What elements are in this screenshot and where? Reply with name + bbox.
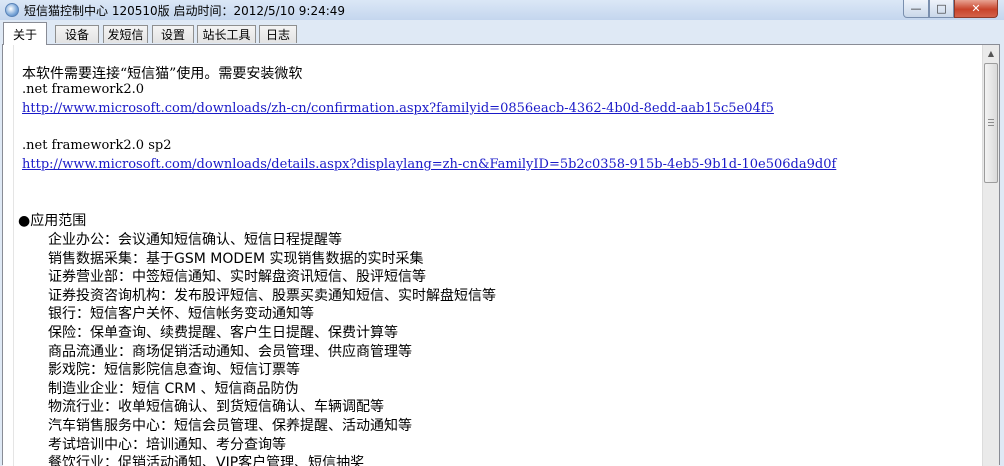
tab-bar: 关于 设备 发短信 设置 站长工具 日志 (0, 22, 1004, 45)
title-bar: 短信猫控制中心 120510版 启动时间：2012/5/10 9:24:49 —… (0, 0, 1004, 20)
list-item: 考试培训中心：培训通知、考分查询等 (48, 436, 286, 453)
minimize-button[interactable]: — (903, 0, 929, 18)
tab-send-sms[interactable]: 发短信 (103, 25, 148, 43)
tab-settings[interactable]: 设置 (152, 25, 194, 43)
app-icon (5, 3, 19, 17)
about-panel: 本软件需要连接“短信猫”使用。需要安装微软 .net framework2.0 … (2, 44, 1000, 466)
list-item: 制造业企业：短信 CRM 、短信商品防伪 (48, 380, 299, 397)
grip-line (988, 125, 994, 126)
tab-webmaster-tools[interactable]: 站长工具 (197, 25, 256, 43)
grip-line (988, 122, 994, 123)
list-item: 餐饮行业：促销活动通知、VIP客户管理、短信抽奖 (48, 455, 365, 466)
section-title-applications: ●应用范围 (18, 213, 87, 229)
list-item: 影戏院：短信影院信息查询、短信订票等 (48, 362, 300, 379)
list-item: 销售数据采集：基于GSM MODEM 实现销售数据的实时采集 (48, 250, 424, 267)
grip-line (988, 119, 994, 120)
list-item: 物流行业：收单短信确认、到货短信确认、车辆调配等 (48, 399, 384, 416)
list-item: 证券投资咨询机构：发布股评短信、股票买卖通知短信、实时解盘短信等 (48, 287, 496, 304)
list-item: 企业办公：会议通知短信确认、短信日程提醒等 (48, 232, 342, 248)
list-item: 保险：保单查询、续费提醒、客户生日提醒、保费计算等 (48, 324, 398, 341)
window-title: 短信猫控制中心 120510版 启动时间：2012/5/10 9:24:49 (24, 3, 346, 18)
tab-log[interactable]: 日志 (259, 25, 297, 43)
download-link-2[interactable]: http://www.microsoft.com/downloads/detai… (22, 157, 836, 172)
download-link-1[interactable]: http://www.microsoft.com/downloads/zh-cn… (22, 101, 774, 116)
scroll-up-arrow-icon[interactable]: ▲ (983, 45, 999, 62)
tab-device[interactable]: 设备 (55, 25, 99, 43)
window-controls: — □ ✕ (903, 0, 998, 18)
vertical-scrollbar[interactable]: ▲ (982, 45, 999, 466)
list-item: 银行：短信客户关怀、短信帐务变动通知等 (48, 306, 314, 323)
applications-list: 企业办公：会议通知短信确认、短信日程提醒等 销售数据采集：基于GSM MODEM… (48, 231, 496, 466)
panel-margin (3, 45, 13, 466)
framework-label-1: .net framework2.0 (22, 82, 145, 97)
tab-about[interactable]: 关于 (3, 22, 47, 45)
about-content[interactable]: 本软件需要连接“短信猫”使用。需要安装微软 .net framework2.0 … (13, 45, 982, 466)
list-item: 汽车销售服务中心：短信会员管理、保养提醒、活动通知等 (48, 417, 412, 434)
close-button[interactable]: ✕ (954, 0, 998, 18)
framework-label-2: .net framework2.0 sp2 (22, 138, 172, 153)
maximize-button[interactable]: □ (929, 0, 954, 18)
list-item: 商品流通业：商场促销活动通知、会员管理、供应商管理等 (48, 343, 412, 360)
list-item: 证券营业部：中签短信通知、实时解盘资讯短信、股评短信等 (48, 269, 426, 286)
intro-text: 本软件需要连接“短信猫”使用。需要安装微软 (22, 66, 303, 82)
scrollbar-thumb[interactable] (984, 63, 998, 183)
